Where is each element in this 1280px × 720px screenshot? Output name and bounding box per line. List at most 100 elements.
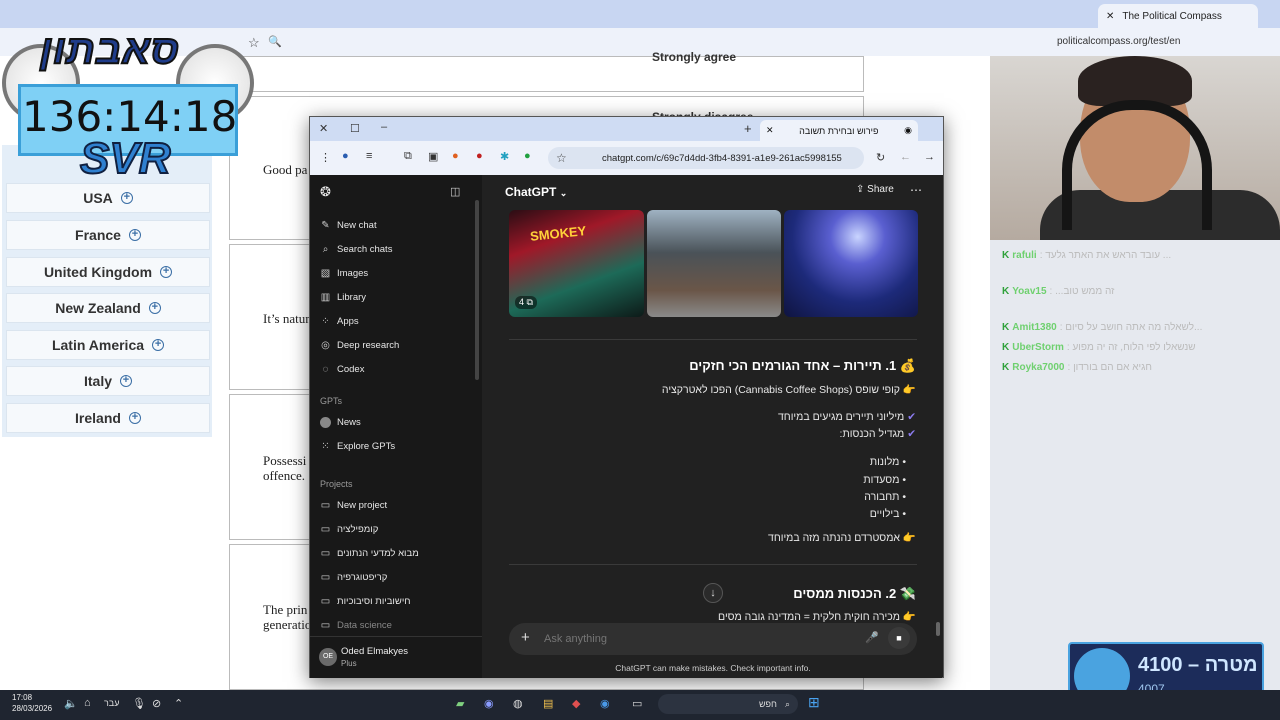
codex-icon: ◌ [322,364,329,375]
country-new-zealand[interactable]: New Zealand + [6,293,210,323]
sidebar-item-images[interactable]: ▧ Images [320,268,368,279]
tab-political-compass[interactable]: ✕ The Political Compass [1098,4,1258,28]
project-item[interactable]: ▭ קומפילציה [320,524,379,535]
section-2-title: 💸 2. הכנסות ממסים [793,586,916,601]
chatgpt-favicon-icon: ◉ [904,125,912,135]
extension-icon[interactable]: ✱ [500,150,509,163]
extension-icon[interactable]: ● [342,150,349,162]
plus-icon: + [120,192,133,204]
plus-icon: + [160,266,173,278]
country-usa[interactable]: USA + [6,183,210,213]
microphone-icon[interactable]: 🎤 [865,631,879,644]
taskbar-search[interactable]: חפש ⌕ [658,694,798,714]
sidebar-toggle-icon[interactable]: ◫ [450,185,460,198]
amsterdam-street-image[interactable] [647,210,781,317]
mic-icon[interactable]: 🎙 [132,697,146,710]
share-button[interactable]: ⇪ Share [856,184,894,195]
library-icon: ▥ [320,292,331,303]
speaker-icon[interactable]: 🔈 [64,697,78,710]
chevron-up-icon[interactable]: ⌃ [174,697,183,710]
chat-message: Krafuli: עובד הראש את האתר גלעד ... [1002,250,1172,261]
project-item[interactable]: ▭ חישוביות וסיבוכיות [320,596,411,607]
extension-icon[interactable]: ≡ [366,150,372,162]
obs-icon[interactable]: ◍ [513,697,523,710]
sidebar-item-apps[interactable]: ⁘ Apps [320,316,358,327]
language-indicator[interactable]: עבר [104,698,119,708]
sidebar-item-deep-research[interactable]: ◎ Deep research [320,340,399,351]
country-france[interactable]: France + [6,220,210,250]
forward-icon[interactable]: → [924,151,935,163]
minimize-icon[interactable]: – [381,121,387,133]
section-1-title: 💰 1. תיירות – אחד הגורמים הכי חזקים [689,358,916,373]
task-view-icon[interactable]: ▭ [632,697,642,710]
close-icon[interactable]: ✕ [766,125,774,136]
avatar[interactable]: OE [319,648,337,666]
moderator-badge-icon: K [1002,362,1010,373]
close-icon[interactable]: ✕ [1106,11,1114,22]
discord-icon[interactable]: ◉ [484,697,494,710]
sidebar-scrollbar[interactable] [475,200,479,380]
extension-icon[interactable]: ● [476,150,483,162]
moderator-badge-icon: K [1002,322,1010,333]
project-item[interactable]: ▭ קריפטוגרפיה [320,572,388,583]
extension-icon[interactable]: ⧉ [404,150,412,163]
country-uk[interactable]: United Kingdom + [6,257,210,287]
chatgpt-address-bar[interactable]: chatgpt.com/c/69c7d4dd-3fb4-8391-a1e9-26… [548,147,864,169]
coffeeshop-interior-image[interactable] [784,210,918,317]
close-window-icon[interactable]: ✕ [319,122,328,135]
project-item[interactable]: ▭ Data science [320,620,392,631]
message-input[interactable] [544,633,844,645]
sidebar-item-codex[interactable]: ◌ Codex [320,364,365,375]
bullet-item: • מסעדות [863,474,906,486]
app-icon[interactable]: ◆ [572,697,580,710]
new-tab-icon[interactable]: + [744,121,752,136]
extension-icon[interactable]: ● [452,150,459,162]
sidebar-item-search-chats[interactable]: ⌕ Search chats [320,244,393,255]
model-selector[interactable]: ChatGPT ⌄ [505,185,567,199]
stop-button[interactable]: ■ [888,627,910,649]
extension-icon[interactable]: ▣ [428,150,438,163]
star-icon[interactable]: ☆ [556,151,567,165]
search-icon[interactable]: 🔍 [268,35,282,48]
user-name[interactable]: Oded Elmakyes [341,646,408,657]
country-ireland[interactable]: Ireland + [6,403,210,433]
scroll-down-button[interactable]: ↓ [703,583,723,603]
country-italy[interactable]: Italy + [6,366,210,396]
address-bar[interactable]: politicalcompass.org/test/en [1057,36,1180,47]
main-scrollbar[interactable] [936,622,940,636]
windows-start-icon[interactable]: ⊞ [808,694,820,711]
openai-logo-icon[interactable]: ❂ [320,184,331,200]
chat-message: K UberStorm: שנשאלו לפי הלוח, זה יה מפוע [1002,342,1196,353]
star-icon[interactable]: ☆ [248,35,260,51]
more-options-icon[interactable]: ⋯ [910,183,922,197]
check-icon: ✔ [907,411,916,423]
option-strongly-agree[interactable]: Strongly agree [652,50,736,64]
add-attachment-icon[interactable]: + [521,629,530,646]
sidebar-item-library[interactable]: ▥ Library [320,292,366,303]
file-explorer-icon[interactable]: ▤ [543,697,553,710]
sidebar-item-new-chat[interactable]: ✎ New chat [320,220,376,231]
sidebar-item-explore-gpts[interactable]: ⁙ Explore GPTs [320,441,395,452]
bullet-item: • תחבורה [864,491,906,503]
extension-icon[interactable]: ● [524,150,531,162]
network-icon[interactable]: ⌂ [84,697,91,709]
maximize-icon[interactable]: ☐ [350,122,360,135]
back-icon[interactable]: ← [900,151,911,163]
goal-value: 4100 – מטרה [1138,654,1258,676]
project-item[interactable]: ▭ מבוא למדעי הנתונים [320,548,419,559]
tab-chatgpt[interactable]: ✕ פירוש ובחירת תשובה ◉ [760,120,918,141]
moderator-badge-icon: K [1002,286,1010,297]
sidebar-item-new-project[interactable]: ▭ New project [320,500,387,511]
folder-icon: ▭ [320,524,331,535]
country-latin-america[interactable]: Latin America + [6,330,210,360]
chrome-icon[interactable]: ◉ [600,697,610,710]
projects-header: Projects [320,479,353,489]
app-icon[interactable]: ▰ [456,697,464,710]
taskbar-date: 28/03/2026 [12,704,53,713]
divider [509,339,917,340]
menu-dots-icon[interactable]: ⋮ [320,151,331,164]
mute-icon[interactable]: ⊘ [152,697,161,710]
sidebar-item-news[interactable]: News [320,417,361,428]
reload-icon[interactable]: ↻ [876,151,885,164]
section-1-end: 👉 אמסטרדם נהנתה מזה במיוחד [768,532,916,544]
